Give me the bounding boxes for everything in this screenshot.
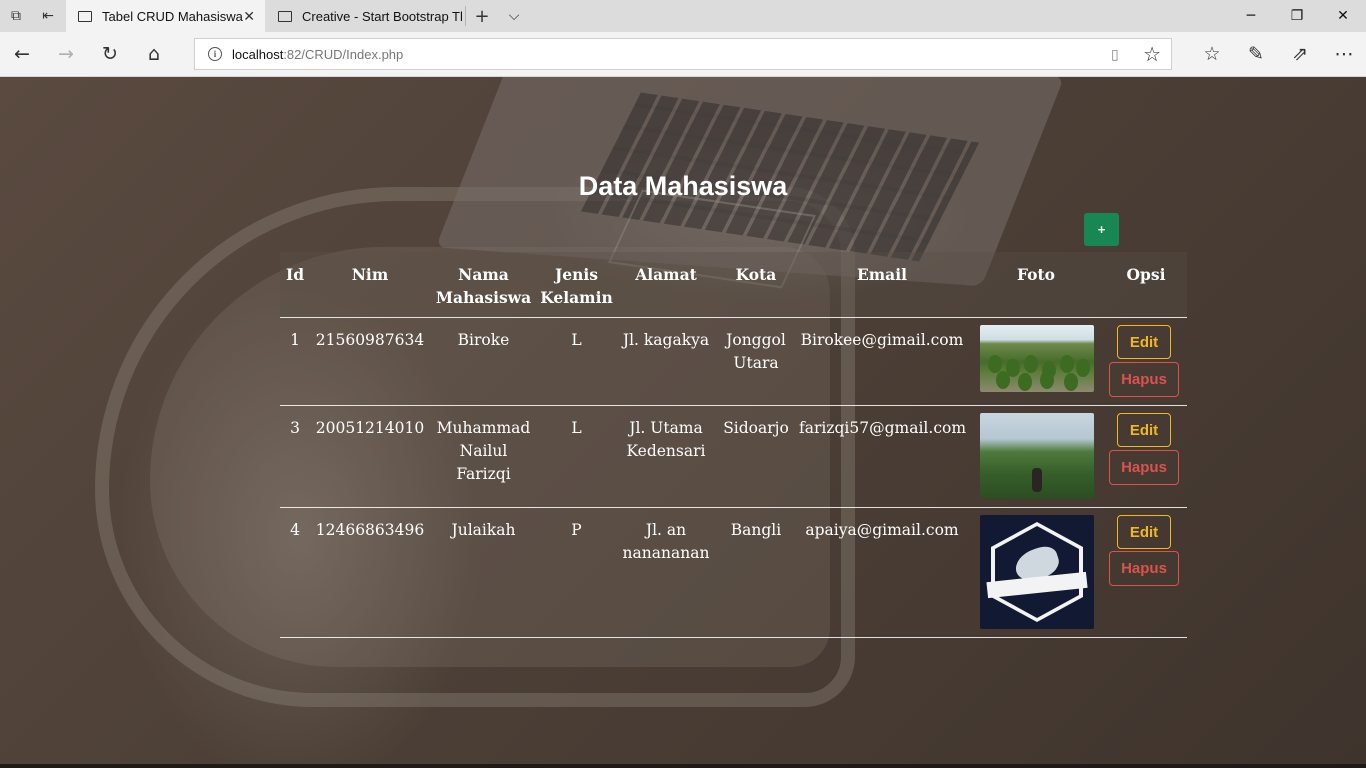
- browser-nav-bar: ← → ↻ ⌂ i localhost:82/CRUD/Index.php ▯ …: [0, 32, 1366, 77]
- cell-nim: 12466863496: [315, 521, 425, 539]
- home-icon[interactable]: ⌂: [132, 32, 176, 76]
- window-close-icon[interactable]: ✕: [1320, 0, 1366, 32]
- cell-email: Birokee@gimail.com: [800, 331, 964, 349]
- url-path: :82/CRUD/Index.php: [283, 46, 404, 62]
- pen-icon[interactable]: ✎: [1234, 32, 1278, 76]
- cell-nim: 21560987634: [315, 331, 425, 349]
- cell-id: 1: [290, 331, 300, 349]
- cell-kota: Bangli: [730, 521, 782, 539]
- edit-button[interactable]: Edit: [1117, 325, 1171, 359]
- url-host: localhost: [232, 46, 284, 62]
- tab-creative[interactable]: Creative - Start Bootstrap Tl: [266, 0, 465, 32]
- tab-tabel-crud[interactable]: Tabel CRUD Mahasiswa ✕: [66, 0, 265, 32]
- table-row: 1 21560987634 Biroke L Jl. kagakya Jongg…: [280, 318, 1187, 406]
- header-kota: Kota: [735, 265, 777, 284]
- data-table: Id Nim Nama Mahasiswa Jenis Kelamin Alam…: [280, 252, 1187, 638]
- cell-jenis-kelamin: L: [571, 419, 582, 437]
- student-photo: [980, 325, 1094, 392]
- cell-kota: Sidoarjo: [723, 419, 789, 437]
- cell-id: 3: [290, 419, 300, 437]
- student-photo: [980, 515, 1094, 629]
- cell-id: 4: [290, 521, 300, 539]
- add-button[interactable]: +: [1084, 213, 1119, 246]
- delete-button[interactable]: Hapus: [1109, 362, 1179, 397]
- page-title: Data Mahasiswa: [578, 171, 788, 201]
- address-bar[interactable]: i localhost:82/CRUD/Index.php ▯ ☆: [194, 38, 1172, 70]
- restore-icon[interactable]: ❐: [1274, 0, 1320, 32]
- header-id: Id: [285, 265, 305, 284]
- header-jenis-kelamin: Jenis Kelamin: [540, 265, 613, 307]
- header-email: Email: [856, 265, 908, 284]
- header-opsi: Opsi: [1126, 265, 1166, 284]
- header-alamat: Alamat: [635, 265, 697, 284]
- page-icon: [278, 10, 292, 22]
- cell-alamat: Jl. an nanananan: [622, 521, 710, 562]
- cell-nama: Muhammad Nailul Farizqi: [436, 419, 531, 483]
- page-icon: [78, 10, 92, 22]
- header-foto: Foto: [1017, 265, 1055, 284]
- back-arrow-icon[interactable]: ←: [0, 32, 44, 76]
- edit-button[interactable]: Edit: [1117, 515, 1171, 549]
- header-nim: Nim: [351, 265, 389, 284]
- cell-email: farizqi57@gmail.com: [799, 419, 967, 437]
- close-icon[interactable]: ✕: [243, 8, 255, 25]
- minimize-icon[interactable]: ─: [1228, 0, 1274, 32]
- tab-actions-icon[interactable]: ⧉: [0, 0, 32, 32]
- set-aside-tabs-icon[interactable]: ⇤: [32, 0, 64, 32]
- header-nama: Nama Mahasiswa: [435, 265, 532, 307]
- chevron-down-icon[interactable]: ⌵: [498, 0, 530, 32]
- cell-nama: Biroke: [457, 331, 510, 349]
- share-icon[interactable]: ⇗: [1278, 32, 1322, 76]
- favorite-star-icon[interactable]: ☆: [1143, 42, 1161, 67]
- more-icon[interactable]: ⋯: [1322, 32, 1366, 76]
- new-tab-icon[interactable]: +: [466, 0, 498, 32]
- reading-view-icon[interactable]: ▯: [1111, 46, 1127, 62]
- browser-tab-bar: ⧉ ⇤ Tabel CRUD Mahasiswa ✕ Creative - St…: [0, 0, 1366, 32]
- window-bottom-edge: [0, 764, 1366, 768]
- table-header: Id Nim Nama Mahasiswa Jenis Kelamin Alam…: [280, 252, 1187, 318]
- tab-label: Creative - Start Bootstrap Tl: [302, 8, 463, 24]
- cell-alamat: Jl. kagakya: [622, 331, 710, 349]
- delete-button[interactable]: Hapus: [1109, 450, 1179, 485]
- student-photo: [980, 413, 1094, 499]
- cell-jenis-kelamin: L: [571, 331, 582, 349]
- cell-kota: Jonggol Utara: [726, 331, 786, 372]
- cell-jenis-kelamin: P: [571, 521, 582, 539]
- table-row: 4 12466863496 Julaikah P Jl. an nananana…: [280, 508, 1187, 638]
- delete-button[interactable]: Hapus: [1109, 551, 1179, 586]
- cell-nama: Julaikah: [451, 521, 516, 539]
- table-row: 3 20051214010 Muhammad Nailul Farizqi L …: [280, 406, 1187, 508]
- cell-email: apaiya@gimail.com: [805, 521, 959, 539]
- info-icon[interactable]: i: [208, 47, 222, 61]
- refresh-icon[interactable]: ↻: [88, 32, 132, 76]
- page-content: Data Mahasiswa + Id Nim Nama Mahasiswa J…: [0, 77, 1366, 768]
- cell-nim: 20051214010: [315, 419, 425, 437]
- edit-button[interactable]: Edit: [1117, 413, 1171, 447]
- tab-label: Tabel CRUD Mahasiswa: [102, 8, 243, 24]
- cell-alamat: Jl. Utama Kedensari: [626, 419, 706, 460]
- forward-arrow-icon[interactable]: →: [44, 32, 88, 76]
- favorites-list-icon[interactable]: ☆: [1190, 32, 1234, 76]
